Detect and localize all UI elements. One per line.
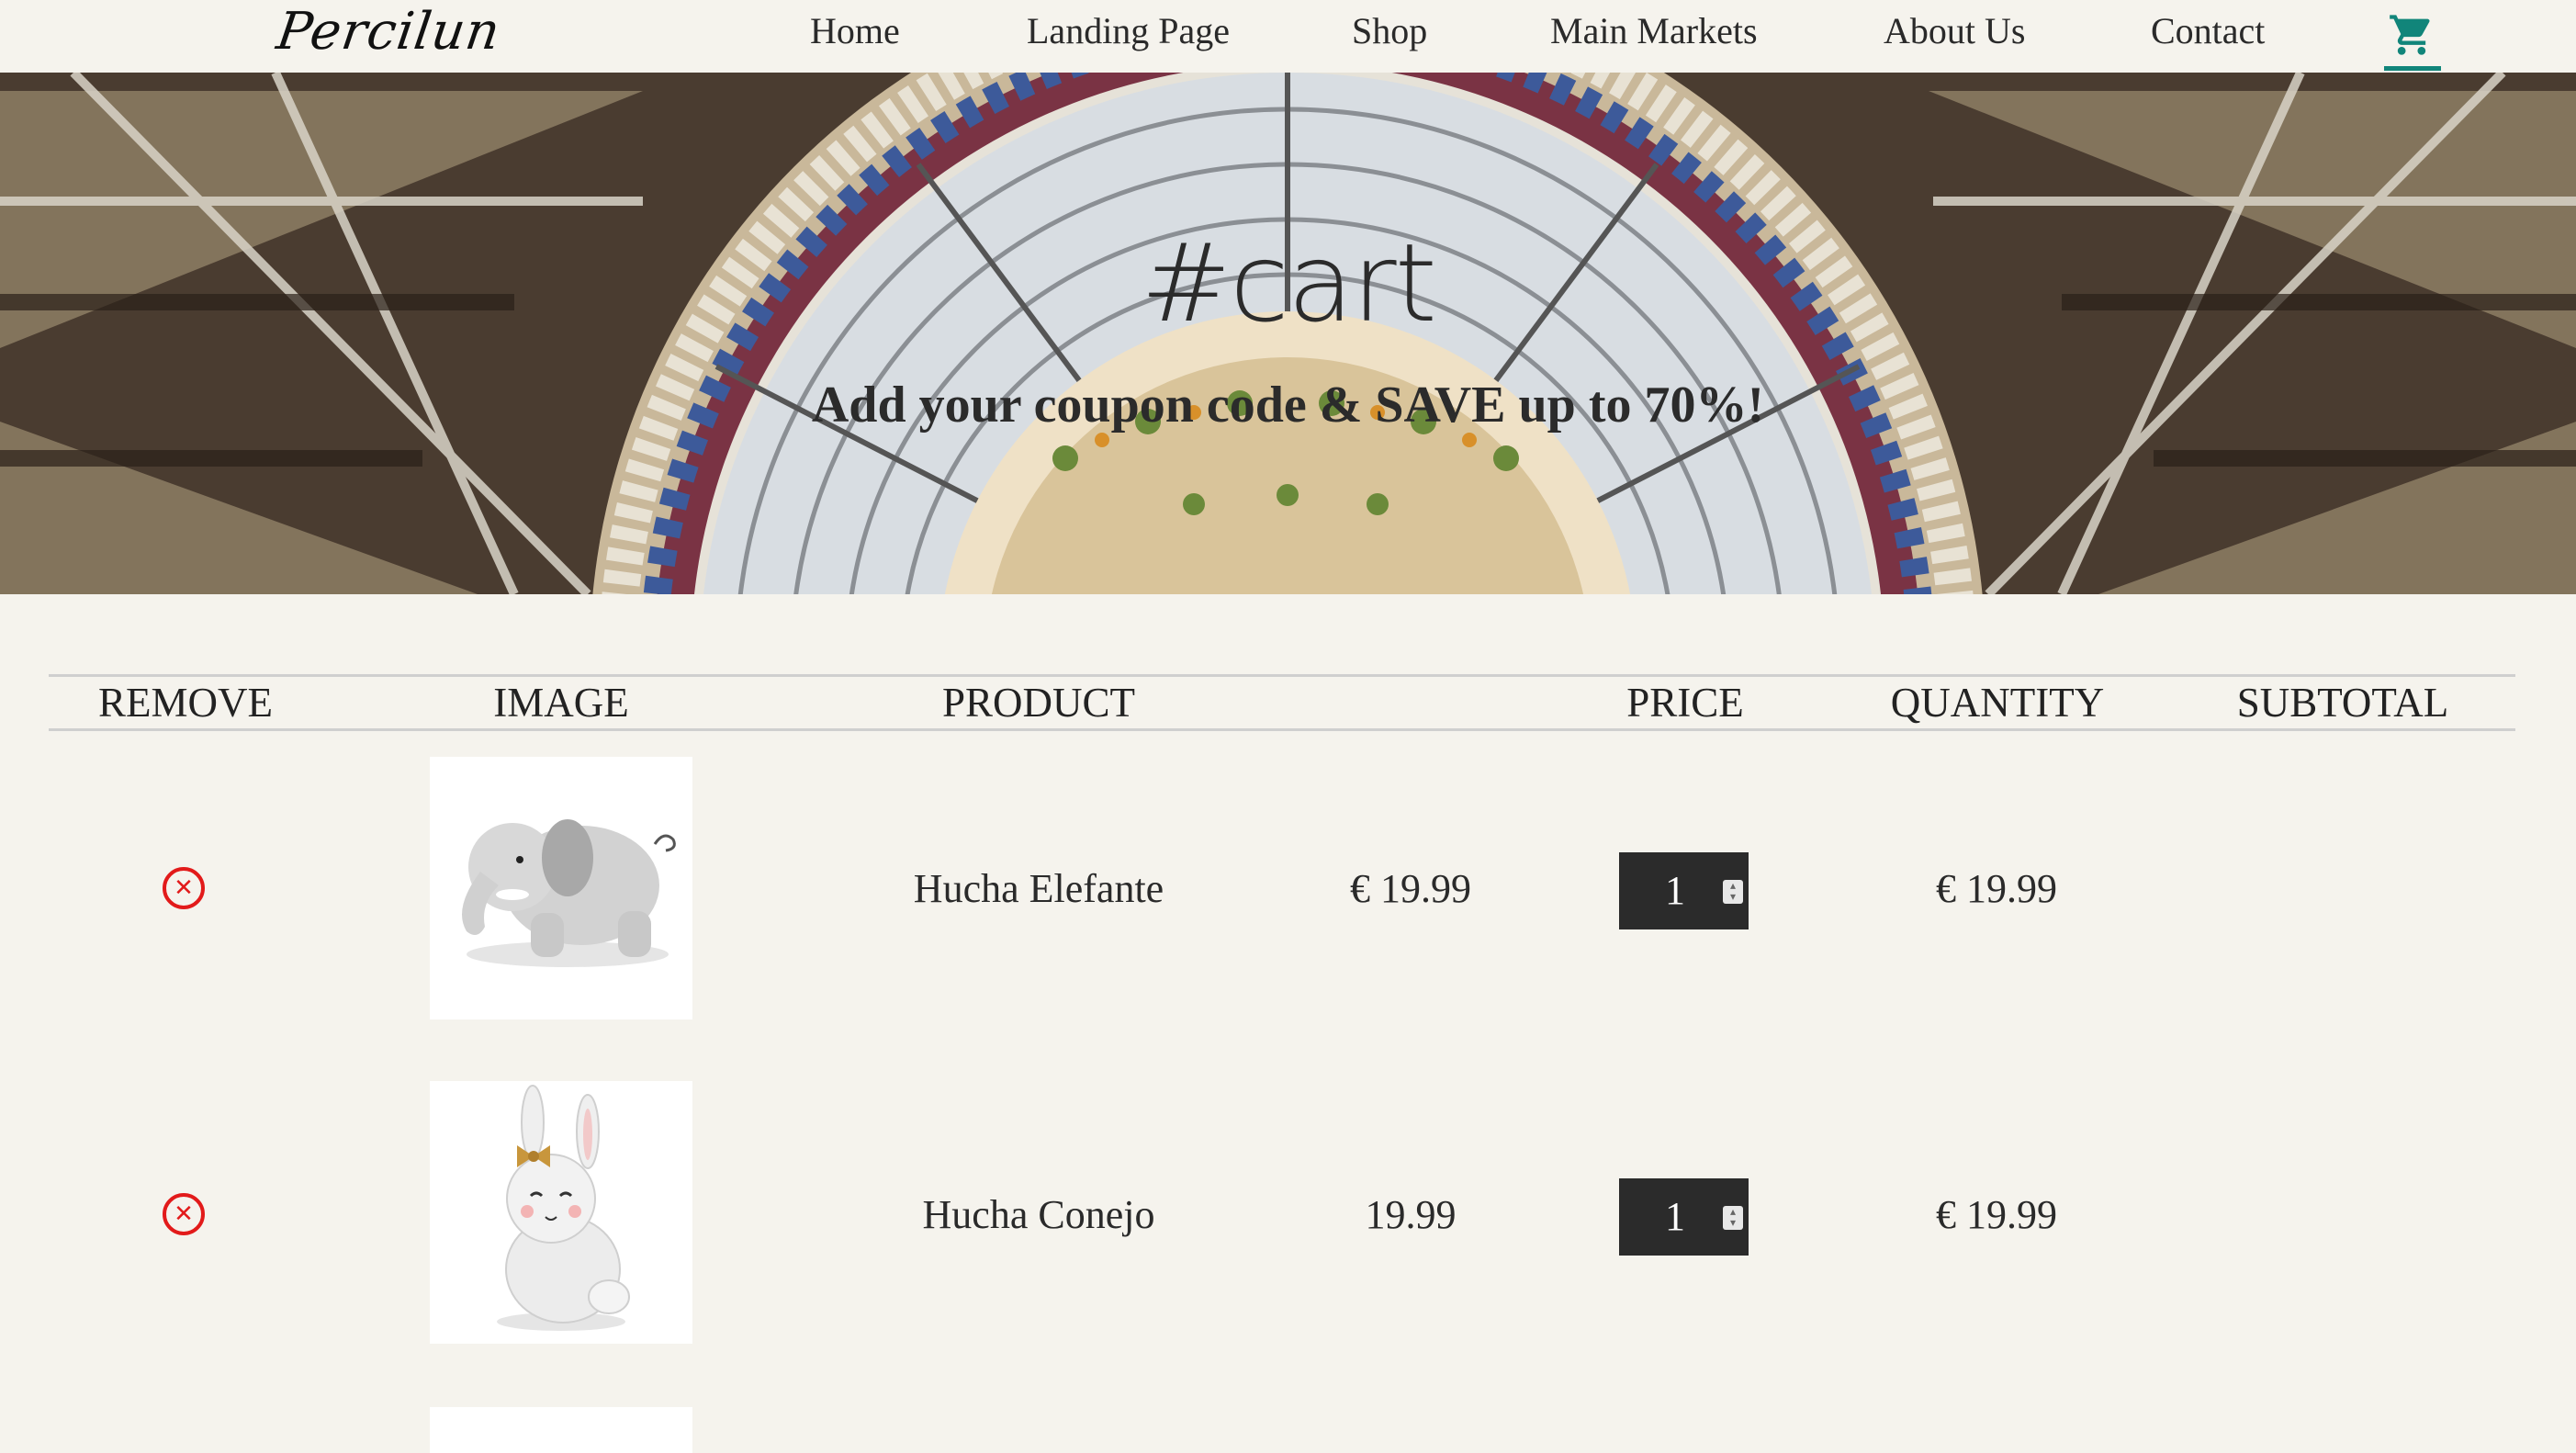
nav-main-markets[interactable]: Main Markets bbox=[1550, 9, 1758, 52]
product-image[interactable] bbox=[430, 1081, 692, 1344]
hero-subtitle: Add your coupon code & SAVE up to 70%! bbox=[811, 377, 1765, 434]
elephant-figurine-icon bbox=[462, 819, 676, 967]
header-quantity: QUANTITY bbox=[1890, 680, 2105, 726]
table-row: ✕ Hucha Elefante € 19.99 1 ▴ ▾ € 19.99 bbox=[0, 755, 2576, 1031]
product-subtotal: € 19.99 bbox=[1936, 866, 2057, 911]
brand-logo[interactable]: Percilun bbox=[273, 2, 504, 62]
remove-item-button[interactable]: ✕ bbox=[163, 867, 205, 909]
product-price: € 19.99 bbox=[1350, 866, 1471, 911]
quantity-value: 1 bbox=[1665, 1194, 1685, 1239]
nav-cart-link[interactable] bbox=[2384, 7, 2441, 71]
cart-table-header: REMOVE IMAGE PRODUCT PRICE QUANTITY SUBT… bbox=[49, 674, 2515, 731]
nav-contact[interactable]: Contact bbox=[2151, 9, 2265, 52]
product-subtotal: € 19.99 bbox=[1936, 1192, 2057, 1237]
header-subtotal: SUBTOTAL bbox=[2236, 680, 2449, 726]
shopping-cart-icon bbox=[2390, 15, 2430, 55]
hero-title: #cart bbox=[1141, 220, 1437, 346]
bunny-figurine-icon bbox=[497, 1085, 630, 1331]
hero-banner: #cart Add your coupon code & SAVE up to … bbox=[0, 73, 2576, 594]
quantity-value: 1 bbox=[1665, 868, 1685, 913]
remove-item-button[interactable]: ✕ bbox=[163, 1193, 205, 1235]
header-product: PRODUCT bbox=[941, 680, 1136, 726]
nav-about-us[interactable]: About Us bbox=[1884, 9, 2025, 52]
product-image[interactable] bbox=[430, 757, 692, 1019]
product-name[interactable]: Hucha Elefante bbox=[914, 865, 1164, 912]
header-image: IMAGE bbox=[493, 680, 629, 726]
product-name[interactable]: Hucha Conejo bbox=[923, 1191, 1155, 1238]
table-row: ✕ Hucha Conejo 19.99 1 ▴ ▾ € 19.99 bbox=[0, 1081, 2576, 1357]
nav-shop[interactable]: Shop bbox=[1352, 9, 1427, 52]
quantity-stepper-icon[interactable]: ▴ ▾ bbox=[1723, 880, 1743, 904]
quantity-input[interactable]: 1 ▴ ▾ bbox=[1619, 1178, 1749, 1256]
header-price: PRICE bbox=[1626, 680, 1744, 726]
header-remove: REMOVE bbox=[98, 680, 273, 726]
quantity-input[interactable]: 1 ▴ ▾ bbox=[1619, 852, 1749, 929]
product-image[interactable] bbox=[430, 1407, 692, 1453]
product-price: 19.99 bbox=[1365, 1192, 1457, 1237]
nav-landing-page[interactable]: Landing Page bbox=[1027, 9, 1230, 52]
quantity-stepper-icon[interactable]: ▴ ▾ bbox=[1723, 1206, 1743, 1230]
nav-home[interactable]: Home bbox=[810, 9, 900, 52]
top-navbar: Percilun Home Landing Page Shop Main Mar… bbox=[0, 0, 2576, 73]
